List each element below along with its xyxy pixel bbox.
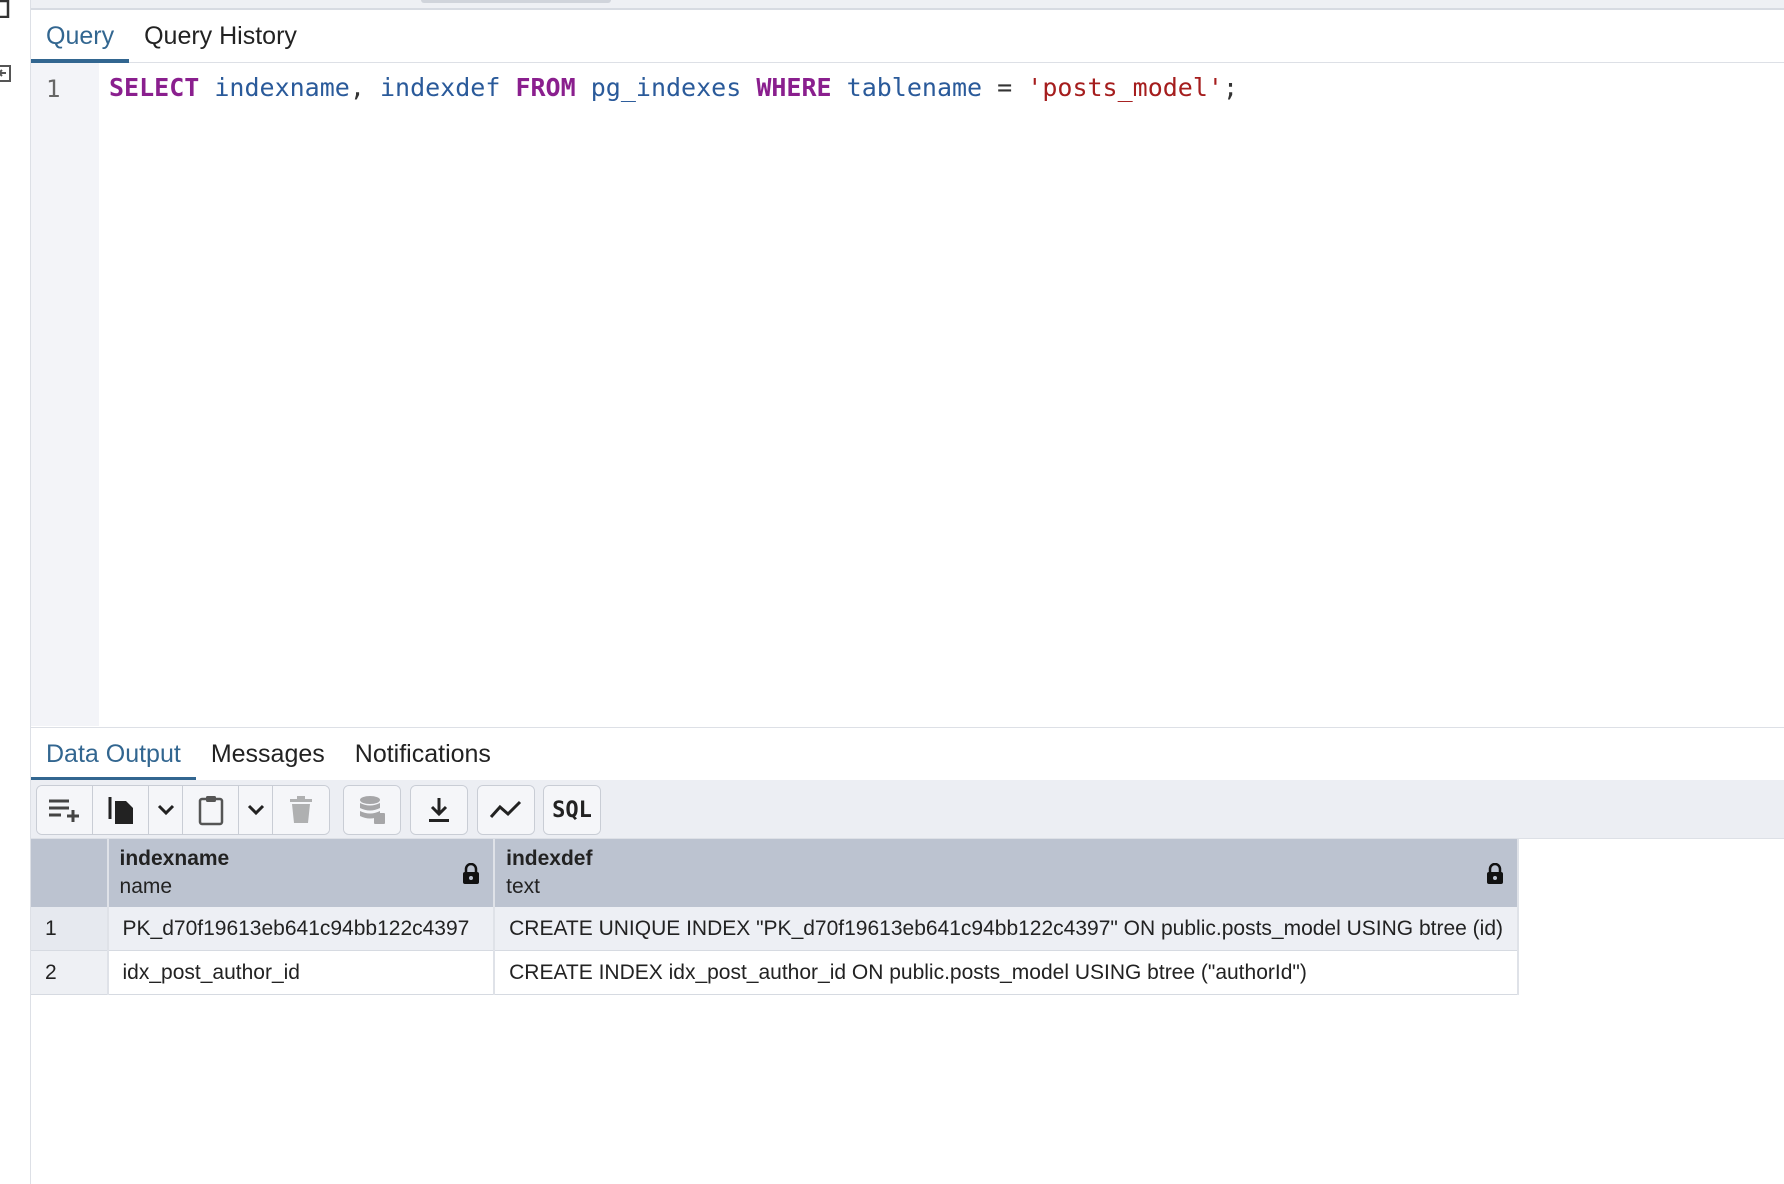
semicolon: ; <box>1222 73 1239 102</box>
paste-options-button[interactable] <box>239 786 273 834</box>
lock-icon <box>1487 863 1503 884</box>
graph-visualiser-button[interactable] <box>478 786 534 834</box>
save-data-icon <box>360 796 385 824</box>
column-type: name <box>119 875 173 898</box>
string-literal: 'posts_model' <box>1027 73 1223 102</box>
splitter-handle[interactable] <box>421 0 611 3</box>
ident-pg-indexes: pg_indexes <box>590 73 742 102</box>
line-number: 1 <box>46 75 61 103</box>
delete-icon <box>290 796 312 823</box>
tab-data-output[interactable]: Data Output <box>31 728 196 781</box>
line-gutter: 1 <box>31 63 99 726</box>
output-toolbar: SQL <box>31 780 1784 839</box>
column-name: indexname <box>119 847 230 870</box>
kw-select: SELECT <box>109 73 200 102</box>
comma: , <box>349 73 365 102</box>
table-row[interactable]: 1 PK_d70f19613eb641c94bb122c4397 CREATE … <box>31 907 1519 951</box>
row-number[interactable]: 1 <box>31 907 109 951</box>
add-row-icon <box>48 799 79 822</box>
column-type: text <box>506 875 540 898</box>
kw-from: FROM <box>515 73 576 102</box>
sql-icon: SQL <box>552 797 592 823</box>
graph-group <box>477 785 535 835</box>
row-number[interactable]: 2 <box>31 950 109 995</box>
lock-icon <box>463 863 480 884</box>
grid-header-row: indexname name indexdef text <box>31 839 1519 907</box>
sql-group: SQL <box>543 785 601 835</box>
copy-icon <box>108 797 133 824</box>
ident-indexname: indexname <box>214 73 350 102</box>
data-grid: indexname name indexdef text 1 PK_d70f19… <box>31 839 1519 995</box>
top-splitter[interactable] <box>31 0 1784 10</box>
tab-notifications[interactable]: Notifications <box>340 728 506 780</box>
output-tabs: Data Output Messages Notifications <box>31 727 1784 781</box>
edit-button-group <box>36 785 330 835</box>
download-button[interactable] <box>411 786 467 834</box>
cell-indexdef[interactable]: CREATE INDEX idx_post_author_id ON publi… <box>494 950 1519 995</box>
download-group <box>410 785 468 835</box>
column-header-indexdef[interactable]: indexdef text <box>494 839 1519 907</box>
sql-button[interactable]: SQL <box>544 786 600 834</box>
sql-editor[interactable]: 1 SELECT indexname, indexdef FROM pg_ind… <box>31 63 1784 726</box>
kw-where: WHERE <box>756 73 832 102</box>
panel-icon[interactable] <box>0 0 12 18</box>
chevron-down-icon <box>157 804 174 816</box>
paste-button[interactable] <box>183 786 239 834</box>
ident-indexdef: indexdef <box>379 73 501 102</box>
cell-indexname[interactable]: PK_d70f19613eb641c94bb122c4397 <box>107 907 496 951</box>
tab-messages[interactable]: Messages <box>196 728 340 780</box>
save-group <box>343 785 401 835</box>
copy-button[interactable] <box>93 786 149 834</box>
graph-icon <box>489 800 522 819</box>
sql-code-line[interactable]: SELECT indexname, indexdef FROM pg_index… <box>109 73 1238 102</box>
collapse-icon[interactable] <box>0 64 12 82</box>
row-number-header[interactable] <box>31 839 109 907</box>
cell-indexdef[interactable]: CREATE UNIQUE INDEX "PK_d70f19613eb641c9… <box>494 907 1519 951</box>
cell-indexname[interactable]: idx_post_author_id <box>107 950 496 995</box>
equals-op: = <box>997 73 1013 102</box>
paste-icon <box>198 796 223 826</box>
column-name: indexdef <box>506 847 593 870</box>
download-icon <box>429 798 449 822</box>
save-data-button[interactable] <box>344 786 400 834</box>
query-tabs: Query Query History <box>31 10 1784 63</box>
delete-button[interactable] <box>273 786 329 834</box>
ident-tablename: tablename <box>846 73 983 102</box>
left-rail <box>0 0 31 1184</box>
table-row[interactable]: 2 idx_post_author_id CREATE INDEX idx_po… <box>31 950 1519 995</box>
tab-query-history[interactable]: Query History <box>129 10 312 62</box>
column-header-indexname[interactable]: indexname name <box>107 839 496 907</box>
chevron-down-icon <box>247 804 264 816</box>
add-row-button[interactable] <box>37 786 93 834</box>
tab-query[interactable]: Query <box>31 10 130 63</box>
copy-options-button[interactable] <box>149 786 183 834</box>
